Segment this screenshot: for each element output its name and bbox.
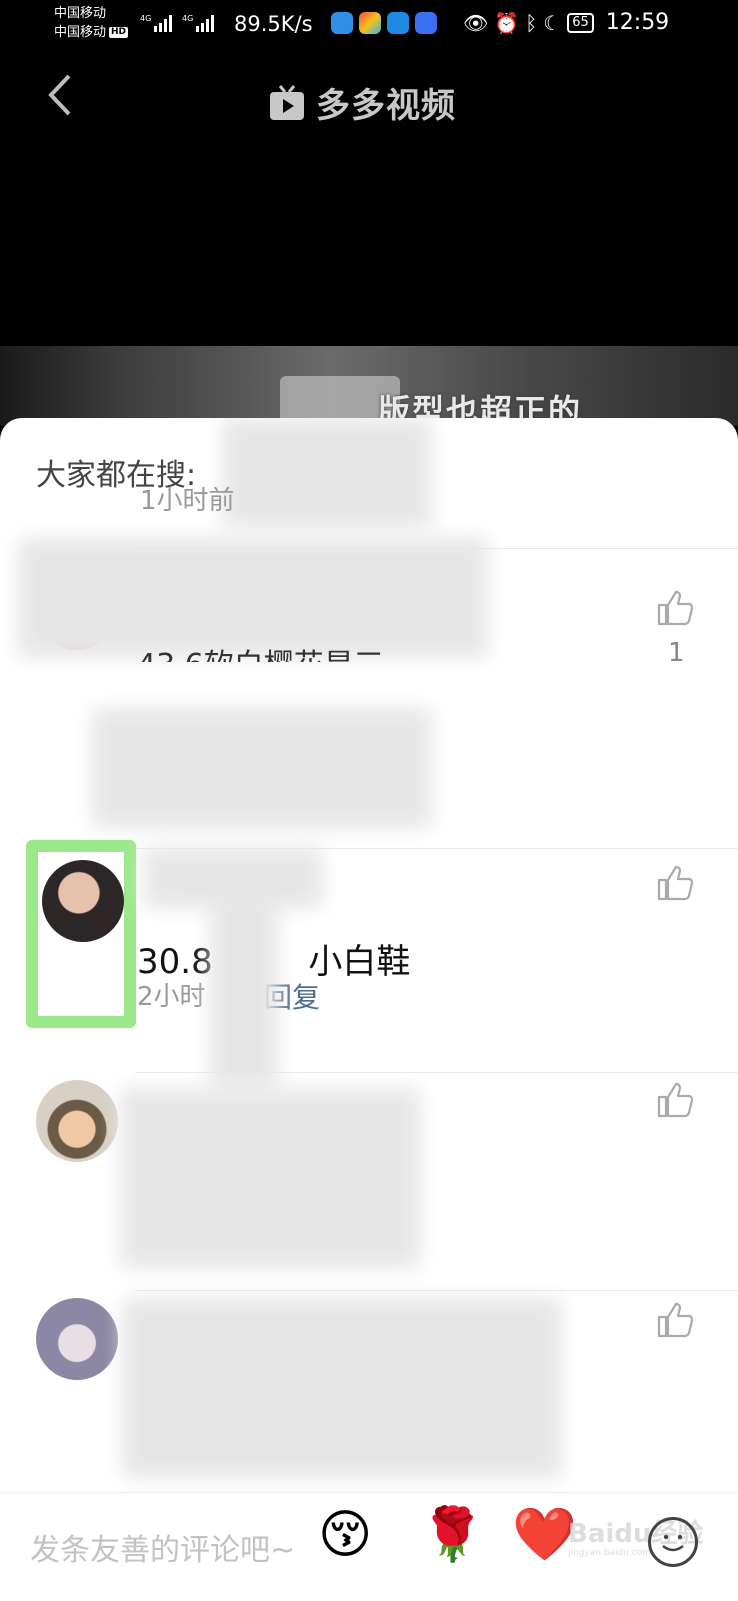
- clock: 12:59: [605, 10, 670, 35]
- tv-icon: [270, 84, 304, 120]
- divider: [135, 1290, 738, 1291]
- system-status: 👁 ⏰ ᛒ ☾ 65 12:59: [463, 10, 669, 35]
- blurred-region: [122, 1298, 562, 1478]
- avatar[interactable]: [36, 1080, 118, 1162]
- smile-icon: [662, 1534, 684, 1552]
- comment-time: 1小时前: [140, 486, 235, 516]
- bluetooth-icon: ᛒ: [525, 10, 538, 35]
- blurred-region: [210, 888, 278, 1088]
- hd-badge: HD: [109, 27, 129, 38]
- thumbs-up-icon[interactable]: [655, 1300, 695, 1340]
- comments-sheet: 大家都在搜: 1小时前 43.6软白樱花星三 1 30.8 小白鞋 2小时 回复: [0, 418, 738, 1600]
- gallery-app-icon: [359, 12, 381, 34]
- browser-app-icon: [331, 12, 353, 34]
- comment-text-end: 小白鞋: [308, 942, 411, 982]
- kiss-emoji-button[interactable]: 😚: [318, 1505, 372, 1565]
- like-count: 1: [668, 638, 685, 668]
- top-navigation: 多多视频: [0, 60, 738, 140]
- weather-app-icon: [387, 12, 409, 34]
- thumbs-up-icon[interactable]: [655, 588, 695, 628]
- video-player[interactable]: 版型也超正的: [0, 346, 738, 430]
- blurred-region: [92, 708, 432, 828]
- battery-icon: 65: [567, 12, 594, 33]
- highlight-box: [26, 840, 136, 1028]
- network-type-2: 4G: [182, 14, 193, 23]
- comment-text: 43.6软白樱花星三: [137, 640, 384, 662]
- comment-input-bar: 发条友善的评论吧~ 😚 🌹 ❤️ Baidu经验 jingyan.baidu.c…: [0, 1492, 738, 1601]
- thumbs-up-icon[interactable]: [655, 863, 695, 903]
- back-button[interactable]: [45, 72, 75, 129]
- comment-input[interactable]: 发条友善的评论吧~: [30, 1525, 295, 1569]
- network-speed: 89.5K/s: [234, 12, 313, 36]
- carrier-info: 中国移动 中国移动 HD: [54, 4, 129, 42]
- page-title-text: 多多视频: [316, 86, 456, 126]
- page-title: 多多视频: [268, 78, 456, 127]
- signal-icon: 4G: [140, 14, 172, 32]
- blurred-region: [222, 418, 432, 528]
- notification-icons: [331, 12, 437, 34]
- eye-icon: 👁: [463, 10, 489, 35]
- signal-icon-2: 4G: [182, 14, 214, 32]
- baidu-app-icon: [415, 12, 437, 34]
- divider: [135, 1072, 738, 1073]
- alarm-icon: ⏰: [494, 10, 520, 35]
- moon-icon: ☾: [543, 10, 562, 35]
- rose-emoji-button[interactable]: 🌹: [420, 1505, 485, 1565]
- comment-time: 2小时: [137, 982, 206, 1012]
- emoji-picker-button[interactable]: [648, 1517, 698, 1567]
- thumbs-up-icon[interactable]: [655, 1080, 695, 1120]
- carrier-2: 中国移动: [54, 25, 107, 40]
- status-bar: 中国移动 中国移动 HD 4G 4G 89.5K/s 👁 ⏰ ᛒ ☾ 65 12:…: [0, 0, 738, 50]
- chevron-left-icon: [48, 74, 71, 116]
- avatar[interactable]: [36, 1298, 118, 1380]
- carrier-1: 中国移动: [54, 6, 107, 21]
- blurred-region: [120, 1088, 420, 1268]
- network-type-1: 4G: [140, 14, 151, 23]
